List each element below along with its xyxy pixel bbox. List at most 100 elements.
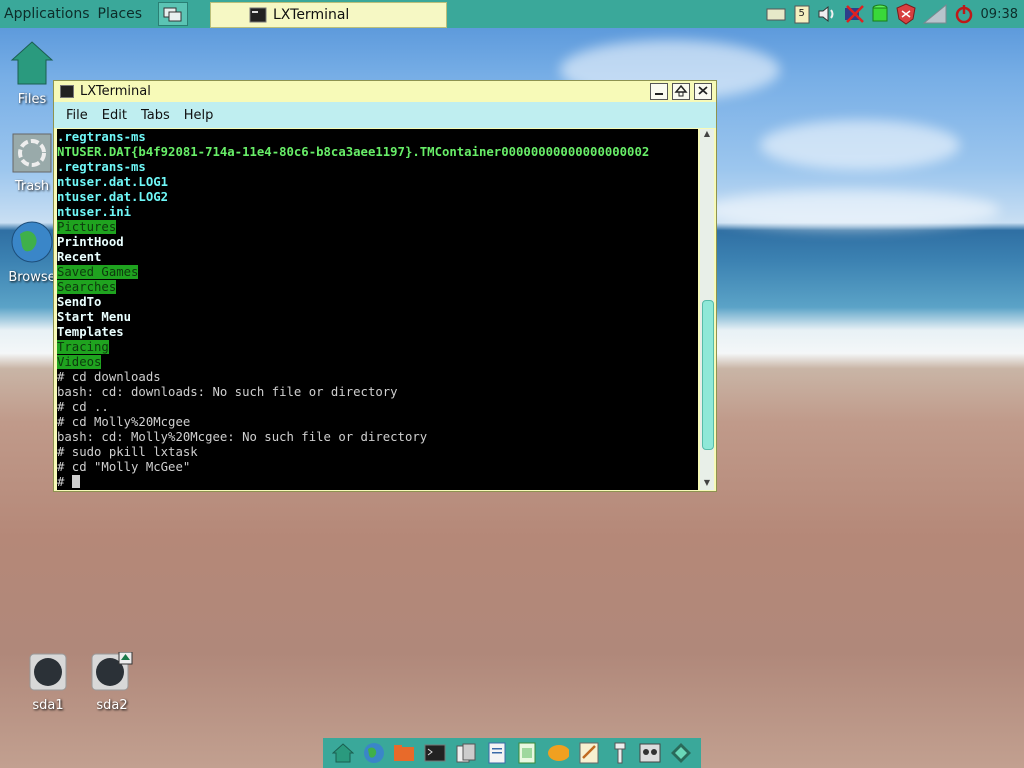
storage-icon[interactable] — [869, 3, 891, 25]
terminal-line: ntuser.ini — [57, 205, 698, 220]
terminal-icon[interactable] — [424, 742, 446, 764]
terminal-line: # cd .. — [57, 400, 698, 415]
task-manager-icon[interactable] — [639, 742, 661, 764]
clipboard-icon[interactable]: 5 — [791, 3, 813, 25]
terminal-line: ntuser.dat.LOG2 — [57, 190, 698, 205]
windows-icon — [163, 7, 182, 22]
terminal-output[interactable]: .regtrans-ms NTUSER.DAT{b4f92081-714a-11e… — [57, 129, 698, 490]
scroll-down-arrow[interactable]: ▼ — [700, 478, 714, 490]
network-disconnected-icon[interactable] — [843, 3, 865, 25]
clock[interactable]: 09:38 — [981, 7, 1018, 22]
close-button[interactable] — [694, 83, 712, 100]
maximize-icon — [674, 84, 688, 97]
terminal-line: .regtrans-ms — [57, 160, 698, 175]
terminal-line: bash: cd: Molly%20Mcgee: No such file or… — [57, 430, 698, 445]
desktop-icon-label: sda1 — [32, 698, 64, 713]
menu-help[interactable]: Help — [177, 108, 221, 123]
terminal-line: SendTo — [57, 295, 698, 310]
home-icon[interactable] — [331, 742, 354, 764]
minimize-icon — [655, 93, 663, 95]
terminal-line-text: # — [57, 475, 72, 489]
paint-icon[interactable] — [547, 742, 570, 764]
terminal-line: .regtrans-ms — [57, 130, 698, 145]
terminal-line-text: Searches — [57, 280, 117, 294]
taskbar-lxterminal[interactable]: LXTerminal — [210, 2, 447, 28]
terminal-line: # cd downloads — [57, 370, 698, 385]
terminal-line: # cd "Molly McGee" — [57, 460, 698, 475]
terminal-line: Saved Games — [57, 265, 698, 280]
maximize-button[interactable] — [672, 83, 690, 100]
menu-edit[interactable]: Edit — [95, 108, 134, 123]
terminal-line-text: # cd .. — [57, 400, 109, 414]
lxterminal-window: LXTerminal File Edit Tabs Help .regtrans… — [53, 80, 717, 492]
document-icon[interactable] — [486, 742, 508, 764]
spreadsheet-icon[interactable] — [516, 742, 538, 764]
minimize-button[interactable] — [650, 83, 668, 100]
volume-icon[interactable] — [817, 3, 839, 25]
terminal-line: Searches — [57, 280, 698, 295]
places-menu[interactable]: Places — [94, 6, 147, 22]
menu-tabs[interactable]: Tabs — [134, 108, 177, 123]
terminal-line-text: Start Menu — [57, 310, 132, 324]
terminal-line-text: # sudo pkill lxtask — [57, 445, 198, 459]
home-folder-icon — [10, 41, 54, 85]
desktop-icon-sda1[interactable]: sda1 — [16, 652, 80, 713]
close-icon — [698, 86, 708, 95]
wifi-icon[interactable] — [921, 3, 949, 25]
window-title: LXTerminal — [80, 84, 151, 99]
drive-mounted-icon — [91, 651, 133, 691]
text-editor-icon[interactable] — [578, 742, 600, 764]
terminal-line-text: ntuser.dat.LOG2 — [57, 190, 169, 204]
window-menubar: File Edit Tabs Help — [54, 102, 716, 128]
folder-icon[interactable] — [393, 742, 415, 764]
window-titlebar[interactable]: LXTerminal — [54, 81, 716, 102]
terminal-line: # — [57, 475, 698, 490]
clipboard-badge: 5 — [798, 8, 805, 19]
terminal-line: Templates — [57, 325, 698, 340]
launcher-dock — [323, 738, 701, 768]
terminal-line: Start Menu — [57, 310, 698, 325]
drive-icon — [29, 653, 67, 691]
terminal-icon — [60, 85, 74, 98]
settings-icon[interactable] — [609, 742, 631, 764]
scroll-thumb[interactable] — [702, 299, 714, 450]
applications-menu[interactable]: Applications — [0, 6, 94, 22]
terminal-line-text: # cd downloads — [57, 370, 161, 384]
terminal-line-text: SendTo — [57, 295, 102, 309]
terminal-line-text: .regtrans-ms — [57, 160, 146, 174]
keyboard-icon[interactable] — [765, 3, 787, 25]
terminal-line-text: ntuser.dat.LOG1 — [57, 175, 169, 189]
terminal-line: # cd Molly%20Mcgee — [57, 415, 698, 430]
file-manager-icon[interactable] — [455, 742, 477, 764]
terminal-scrollbar[interactable]: ▲ ▼ — [700, 129, 714, 490]
terminal-line: # sudo pkill lxtask — [57, 445, 698, 460]
power-icon[interactable] — [953, 3, 975, 25]
terminal-line-text: Templates — [57, 325, 124, 339]
terminal-line-text: Saved Games — [57, 265, 139, 279]
terminal-line-text: NTUSER.DAT{b4f92081-714a-11e4-80c6-b8ca3… — [57, 145, 650, 159]
terminal-line-text: Pictures — [57, 220, 117, 234]
terminal-line-text: Recent — [57, 250, 102, 264]
terminal-line: ntuser.dat.LOG1 — [57, 175, 698, 190]
terminal-line: Recent — [57, 250, 698, 265]
terminal-line-text: PrintHood — [57, 235, 124, 249]
terminal-line-text: # cd Molly%20Mcgee — [57, 415, 191, 429]
show-desktop-button[interactable] — [158, 2, 189, 26]
puzzle-icon[interactable] — [670, 742, 692, 764]
terminal-line-text: Tracing — [57, 340, 109, 354]
terminal-line-text: # cd "Molly McGee" — [57, 460, 191, 474]
system-tray: 5 09:38 — [763, 0, 1024, 28]
scroll-up-arrow[interactable]: ▲ — [700, 129, 714, 141]
terminal-line: NTUSER.DAT{b4f92081-714a-11e4-80c6-b8ca3… — [57, 145, 698, 160]
menu-file[interactable]: File — [59, 108, 95, 123]
desktop-icon-label: sda2 — [96, 698, 128, 713]
desktop-icon-sda2[interactable]: sda2 — [80, 651, 144, 713]
top-panel: Applications Places LXTerminal 5 09:38 — [0, 0, 1024, 28]
globe-icon[interactable] — [363, 742, 385, 764]
terminal-line: PrintHood — [57, 235, 698, 250]
terminal-line: Tracing — [57, 340, 698, 355]
terminal-line: bash: cd: downloads: No such file or dir… — [57, 385, 698, 400]
terminal-icon — [249, 7, 267, 23]
terminal-line-text: bash: cd: Molly%20Mcgee: No such file or… — [57, 430, 428, 444]
shield-icon[interactable] — [895, 3, 917, 25]
